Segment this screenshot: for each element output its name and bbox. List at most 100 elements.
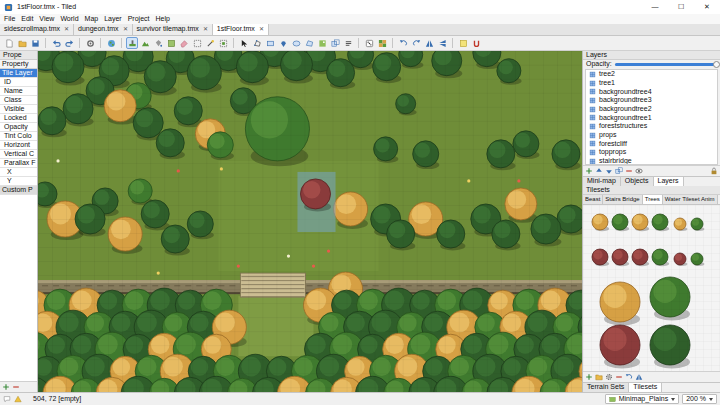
layer-name[interactable]: foreststructures bbox=[599, 122, 647, 130]
tab-close-button[interactable]: ✕ bbox=[259, 26, 264, 33]
flip-h-icon[interactable] bbox=[635, 373, 643, 381]
tool-button[interactable] bbox=[329, 37, 341, 49]
maximize-button[interactable]: ☐ bbox=[668, 0, 694, 14]
tool-button[interactable] bbox=[16, 37, 28, 49]
tab-label[interactable]: 1stFloor.tmx bbox=[217, 25, 255, 33]
layer-name[interactable]: tree1 bbox=[599, 79, 615, 87]
open-folder-icon[interactable] bbox=[595, 373, 603, 381]
document-tab[interactable]: 1stFloor.tmx ✕ bbox=[213, 24, 269, 35]
menu-item[interactable]: View bbox=[36, 15, 57, 23]
zoom-select[interactable]: 200 % bbox=[682, 394, 717, 404]
layer-name[interactable]: tree2 bbox=[599, 70, 615, 78]
polygon-icon[interactable] bbox=[305, 39, 314, 48]
save-icon[interactable] bbox=[31, 39, 40, 48]
tool-button[interactable] bbox=[204, 37, 216, 49]
layer-name[interactable]: backgroundtree3 bbox=[599, 96, 652, 104]
tool-button[interactable] bbox=[126, 37, 138, 49]
tool-button[interactable] bbox=[363, 37, 375, 49]
menu-item[interactable]: Map bbox=[82, 15, 102, 23]
layer-row[interactable]: backgroundtree1 bbox=[586, 113, 717, 122]
add-icon[interactable] bbox=[585, 167, 593, 175]
layer-row[interactable]: tree2 bbox=[586, 70, 717, 79]
rotate-right-icon[interactable] bbox=[412, 39, 421, 48]
property-row[interactable]: Vertical C bbox=[0, 150, 37, 159]
shape-fill-icon[interactable] bbox=[167, 39, 176, 48]
layer-row[interactable]: topprops bbox=[586, 148, 717, 157]
object-select-icon[interactable] bbox=[240, 39, 249, 48]
menu-item[interactable]: Help bbox=[152, 15, 172, 23]
property-row-body[interactable]: Horizont bbox=[0, 141, 37, 149]
tileset-view[interactable] bbox=[583, 205, 720, 371]
tool-button[interactable] bbox=[238, 37, 250, 49]
close-button[interactable]: ✕ bbox=[694, 0, 720, 14]
opacity-slider[interactable] bbox=[615, 63, 717, 66]
undo-icon[interactable] bbox=[52, 39, 61, 48]
tileset-tab[interactable]: Stairs Bridge bbox=[603, 195, 642, 204]
property-row-body[interactable]: X bbox=[0, 168, 37, 176]
tileset-tab[interactable]: Trees bbox=[643, 195, 663, 204]
dock-tab[interactable]: Objects bbox=[621, 177, 654, 186]
text-object-icon[interactable] bbox=[344, 39, 353, 48]
tab-label[interactable]: sidescrollmap.tmx bbox=[4, 25, 60, 33]
tool-button[interactable] bbox=[290, 37, 302, 49]
dock-tab-label[interactable]: Objects bbox=[625, 177, 649, 185]
open-folder-icon[interactable] bbox=[18, 39, 27, 48]
tileset-tab-label[interactable]: Water Tileset Anim bbox=[665, 196, 715, 203]
tileset-tab-label[interactable]: Stairs Bridge bbox=[605, 196, 639, 203]
tab-close-button[interactable]: ✕ bbox=[203, 26, 208, 33]
tool-button[interactable] bbox=[152, 37, 164, 49]
add-icon[interactable] bbox=[585, 373, 593, 381]
tileset-tab[interactable]: Water Tileset Anim bbox=[663, 195, 718, 204]
dock-tab-label[interactable]: Terrain Sets bbox=[587, 383, 624, 391]
edit-polygon-icon[interactable] bbox=[253, 39, 262, 48]
tool-button[interactable] bbox=[50, 37, 62, 49]
property-row-body[interactable]: Locked bbox=[0, 114, 37, 122]
new-file-icon[interactable] bbox=[5, 39, 14, 48]
menu-item[interactable]: Project bbox=[125, 15, 153, 23]
redo-icon[interactable] bbox=[65, 39, 74, 48]
menu-item[interactable]: File bbox=[1, 15, 18, 23]
layer-row[interactable]: tree1 bbox=[586, 79, 717, 88]
property-row-body[interactable]: Tile Layer bbox=[0, 69, 37, 77]
tool-button[interactable] bbox=[105, 37, 117, 49]
property-row[interactable]: Class bbox=[0, 96, 37, 105]
property-row[interactable]: Custom P bbox=[0, 186, 37, 195]
tool-button[interactable] bbox=[84, 37, 96, 49]
tool-button[interactable] bbox=[342, 37, 354, 49]
tool-button[interactable] bbox=[303, 37, 315, 49]
tool-button[interactable] bbox=[63, 37, 75, 49]
rectangle-icon[interactable] bbox=[266, 39, 275, 48]
dock-tab[interactable]: Terrain Sets bbox=[583, 383, 629, 392]
point-icon[interactable] bbox=[279, 39, 288, 48]
layer-name[interactable]: stairbridge bbox=[599, 157, 632, 165]
tile-object-icon[interactable] bbox=[318, 39, 327, 48]
eye-icon[interactable] bbox=[635, 167, 643, 175]
property-row-body[interactable]: Tint Colo bbox=[0, 132, 37, 140]
property-row-body[interactable]: Class bbox=[0, 96, 37, 104]
remove-icon[interactable] bbox=[615, 373, 623, 381]
tool-button[interactable] bbox=[264, 37, 276, 49]
warning-icon[interactable] bbox=[14, 395, 22, 403]
map-view[interactable] bbox=[38, 51, 583, 392]
tileset-tab-label[interactable]: Trees bbox=[645, 196, 660, 203]
command-icon[interactable] bbox=[86, 39, 95, 48]
tool-button[interactable] bbox=[251, 37, 263, 49]
dock-tab[interactable]: Mini-map bbox=[583, 177, 621, 186]
tileset-tab[interactable]: Beast bbox=[583, 195, 603, 204]
layer-name[interactable]: backgroundtree4 bbox=[599, 88, 652, 96]
chat-icon[interactable] bbox=[3, 395, 11, 403]
property-row-body[interactable]: Y bbox=[0, 177, 37, 185]
snap-icon[interactable] bbox=[472, 39, 481, 48]
world-icon[interactable] bbox=[107, 39, 116, 48]
tool-button[interactable] bbox=[457, 37, 469, 49]
property-row[interactable]: Name bbox=[0, 87, 37, 96]
layer-name[interactable]: props bbox=[599, 131, 617, 139]
select-same-icon[interactable] bbox=[219, 39, 228, 48]
property-row[interactable]: Horizont bbox=[0, 141, 37, 150]
dock-tab[interactable]: Layers bbox=[654, 177, 684, 186]
tool-button[interactable] bbox=[165, 37, 177, 49]
world-map-select[interactable]: Minimap_Plains bbox=[605, 394, 679, 404]
rotate-left-icon[interactable] bbox=[625, 373, 633, 381]
property-row[interactable]: Locked bbox=[0, 114, 37, 123]
rotate-left-icon[interactable] bbox=[399, 39, 408, 48]
